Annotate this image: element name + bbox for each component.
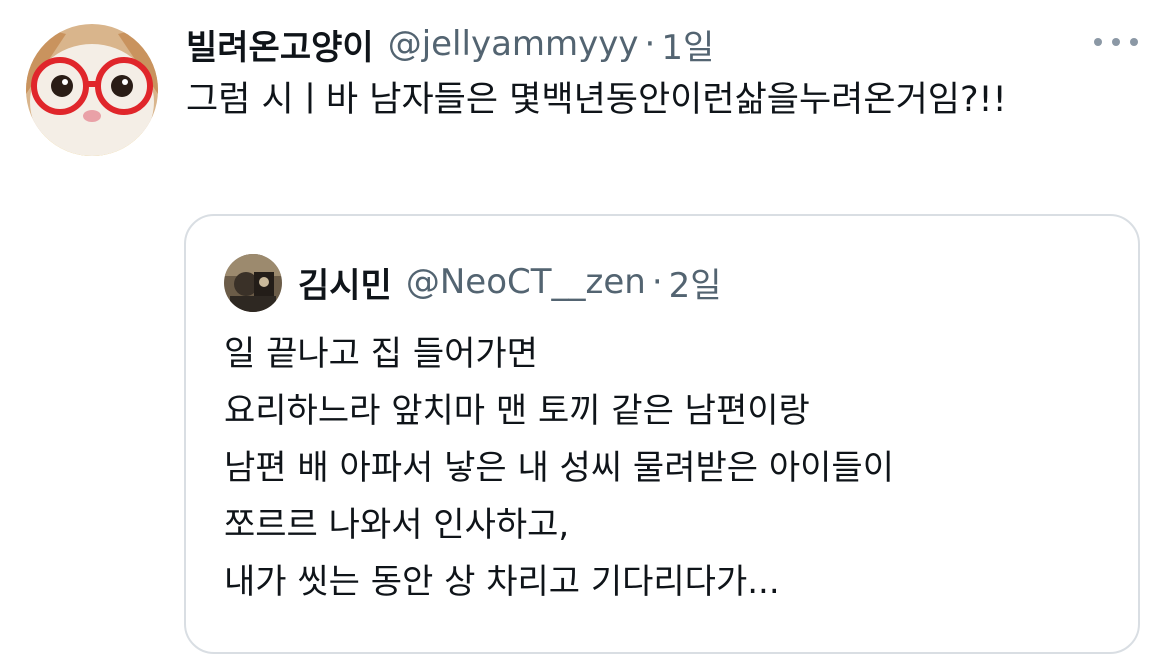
- more-dots-icon: [1130, 38, 1138, 46]
- quoted-tweet-timestamp[interactable]: 2일: [669, 258, 722, 307]
- quoted-text-line: 쪼르르 나와서 인사하고,: [224, 505, 570, 545]
- more-dots-icon: [1094, 38, 1102, 46]
- author-avatar[interactable]: [26, 24, 158, 156]
- tweet-timestamp[interactable]: 1일: [661, 20, 714, 69]
- quoted-tweet-card[interactable]: 김시민 @NeoCT__zen · 2일 일 끝나고 집 들어가면 요리하느라 …: [184, 214, 1140, 654]
- quoted-text-line: 요리하느라 앞치마 맨 토끼 같은 남편이랑: [224, 391, 810, 431]
- tweet-header: 빌려온고양이 @jellyammyyy · 1일: [186, 20, 714, 68]
- quoted-tweet-text: 일 끝나고 집 들어가면 요리하느라 앞치마 맨 토끼 같은 남편이랑 남편 배…: [224, 326, 1114, 611]
- quoted-text-line: 내가 씻는 동안 상 차리고 기다리다가...: [224, 562, 780, 602]
- separator-dot: ·: [651, 262, 663, 302]
- tweet-text: 그럼 시ㅣ바 남자들은 몇백년동안이런삶을누려온거임?!!: [186, 80, 1007, 120]
- separator-dot: ·: [644, 24, 656, 64]
- author-display-name[interactable]: 빌려온고양이: [186, 20, 374, 69]
- quoted-tweet-header: 김시민 @NeoCT__zen · 2일: [298, 258, 722, 306]
- photo-avatar-icon: [224, 254, 282, 312]
- more-dots-icon: [1112, 38, 1120, 46]
- author-handle[interactable]: @jellyammyyy: [388, 24, 639, 64]
- quoted-author-handle[interactable]: @NeoCT__zen: [406, 262, 646, 302]
- quoted-author-avatar[interactable]: [224, 254, 282, 312]
- more-options-button[interactable]: [1094, 28, 1138, 56]
- quoted-text-line: 남편 배 아파서 낳은 내 성씨 물려받은 아이들이: [224, 448, 894, 488]
- quoted-text-line: 일 끝나고 집 들어가면: [224, 334, 538, 374]
- cat-avatar-icon: [26, 24, 158, 156]
- quoted-author-display-name[interactable]: 김시민: [298, 258, 392, 307]
